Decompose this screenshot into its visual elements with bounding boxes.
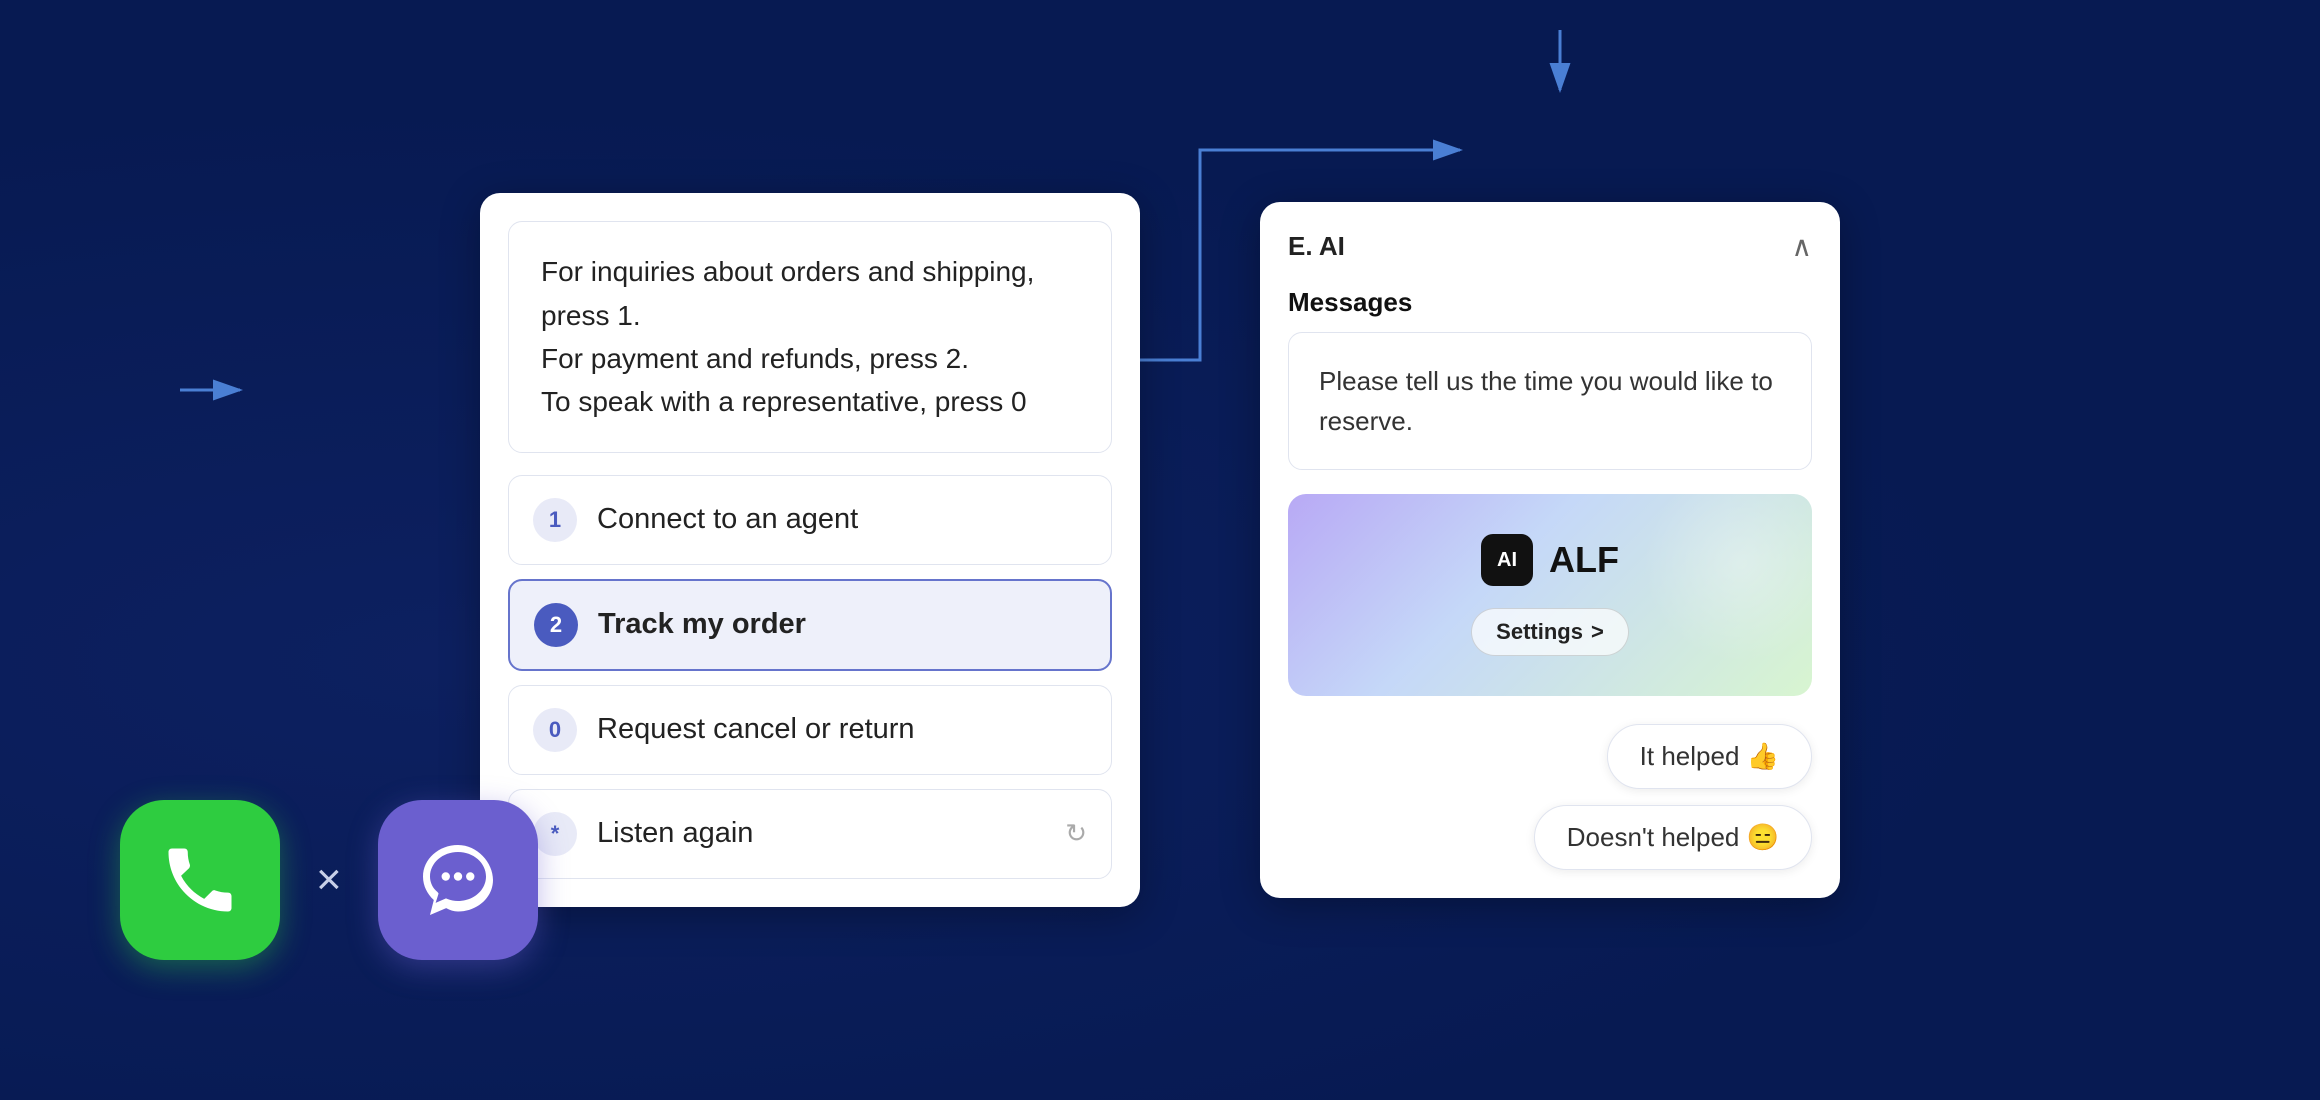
ivr-key-1: 1	[533, 498, 577, 542]
eai-messages-label: Messages	[1288, 287, 1812, 318]
reload-icon: ↻	[1065, 818, 1087, 849]
eai-collapse-button[interactable]: ∧	[1792, 230, 1813, 263]
ivr-menu-item-1[interactable]: 1 Connect to an agent	[508, 475, 1112, 565]
feedback-row: It helped 👍 Doesn't helped 😑	[1288, 724, 1812, 870]
ivr-key-0: 0	[533, 708, 577, 752]
alf-card: AI ALF Settings >	[1288, 494, 1812, 696]
ivr-card: For inquiries about orders and shipping,…	[480, 193, 1140, 907]
alf-name: ALF	[1549, 539, 1619, 581]
ivr-key-star: *	[533, 812, 577, 856]
phone-svg	[158, 838, 242, 922]
feedback-helped-button[interactable]: It helped 👍	[1607, 724, 1812, 789]
ivr-menu-item-2[interactable]: 2 Track my order	[508, 579, 1112, 671]
ivr-section: For inquiries about orders and shipping,…	[480, 193, 1140, 907]
eai-message-text: Please tell us the time you would like t…	[1319, 366, 1773, 436]
integration-icons: ×	[120, 800, 538, 960]
alf-settings-button[interactable]: Settings >	[1471, 608, 1629, 656]
eai-card: E. AI ∧ Messages Please tell us the time…	[1260, 202, 1840, 899]
ivr-label-0: Request cancel or return	[597, 713, 1087, 746]
ivr-message-box: For inquiries about orders and shipping,…	[508, 221, 1112, 453]
ivr-message-text: For inquiries about orders and shipping,…	[541, 256, 1034, 417]
chat-svg	[416, 838, 500, 922]
chat-icon-badge	[378, 800, 538, 960]
eai-header: E. AI ∧	[1288, 230, 1812, 263]
ivr-key-2: 2	[534, 603, 578, 647]
feedback-not-helped-button[interactable]: Doesn't helped 😑	[1534, 805, 1812, 870]
eai-message-bubble: Please tell us the time you would like t…	[1288, 332, 1812, 471]
ivr-label-2: Track my order	[598, 608, 1086, 641]
ivr-label-1: Connect to an agent	[597, 503, 1087, 536]
alf-settings-arrow: >	[1591, 619, 1604, 645]
eai-title: E. AI	[1288, 231, 1345, 262]
times-icon: ×	[316, 855, 342, 905]
ivr-menu-item-0[interactable]: 0 Request cancel or return	[508, 685, 1112, 775]
alf-ai-badge: AI	[1481, 534, 1533, 586]
ivr-label-star: Listen again	[597, 817, 1045, 850]
alf-name-row: AI ALF	[1481, 534, 1619, 586]
phone-icon-badge	[120, 800, 280, 960]
eai-section: E. AI ∧ Messages Please tell us the time…	[1260, 202, 1840, 899]
alf-settings-label: Settings	[1496, 619, 1583, 645]
ivr-menu-item-star[interactable]: * Listen again ↻	[508, 789, 1112, 879]
